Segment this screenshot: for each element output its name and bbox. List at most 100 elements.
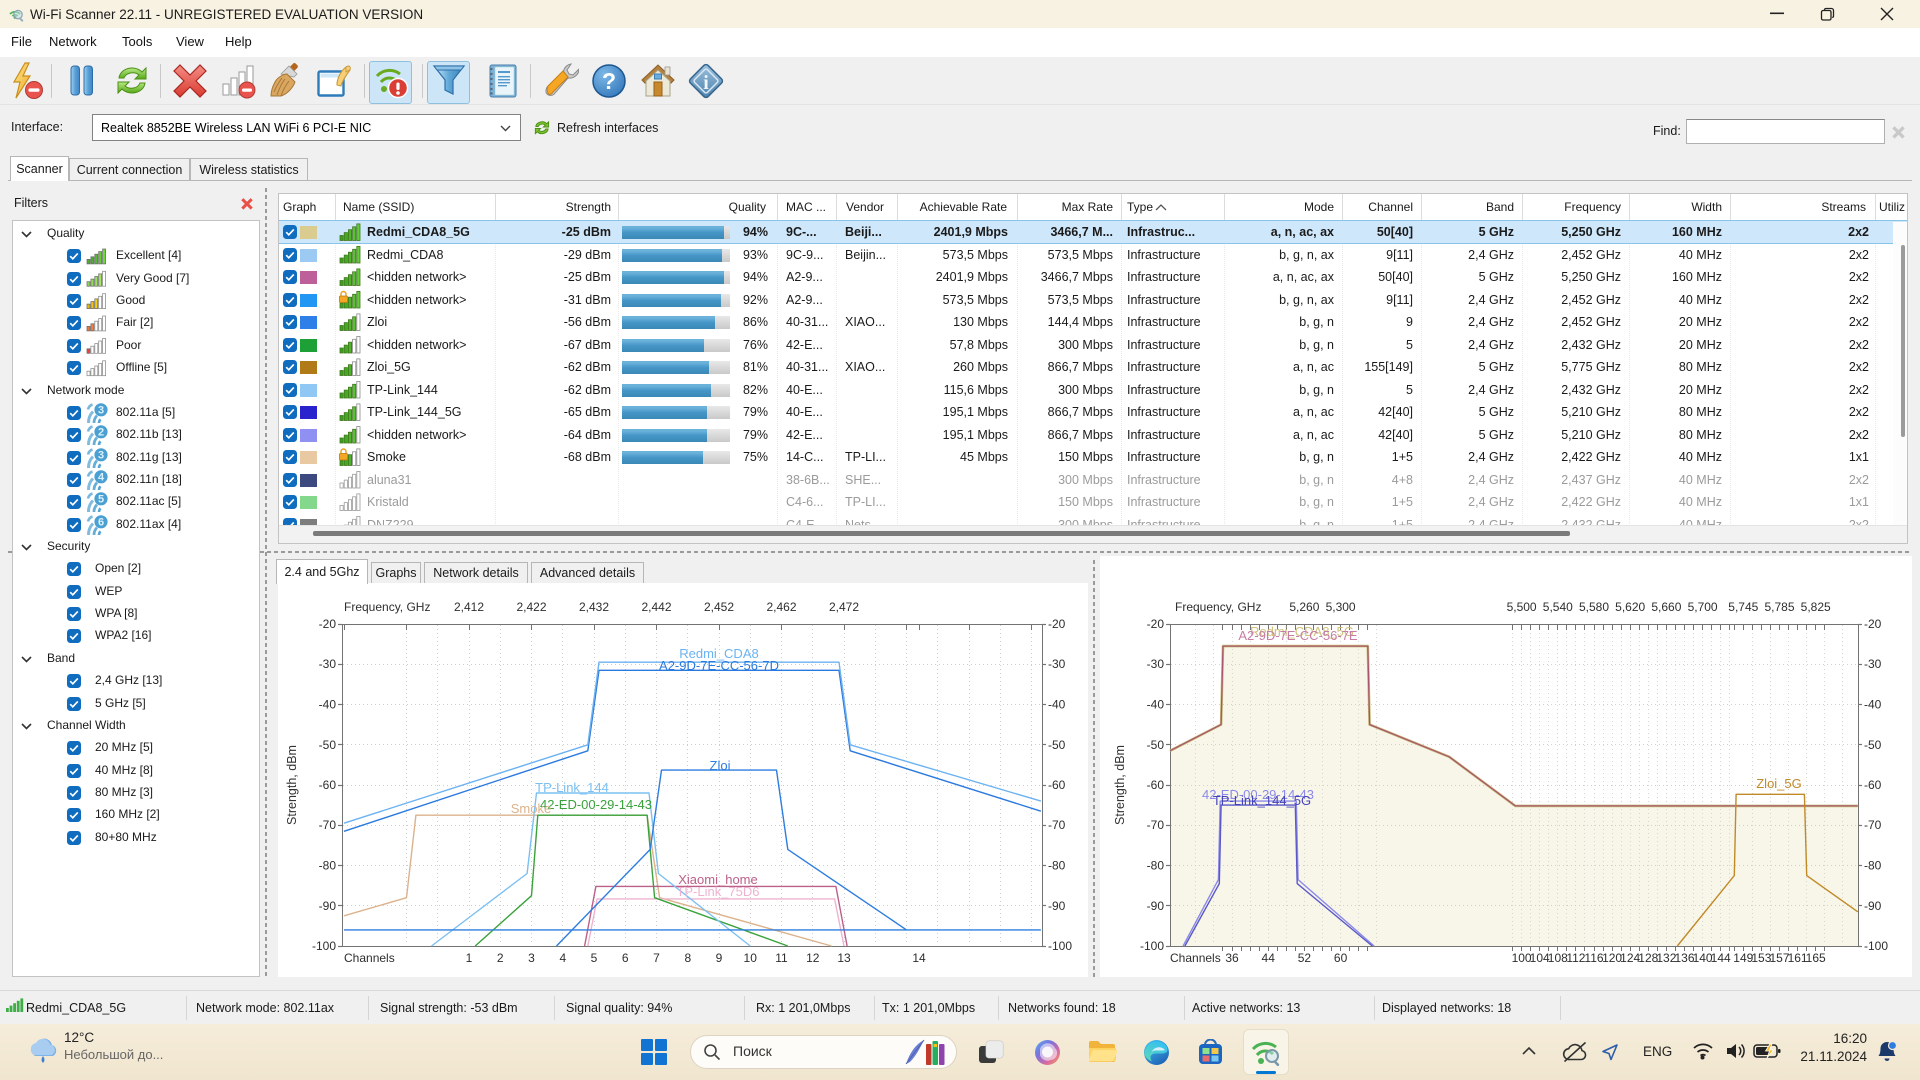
svg-text:5,500: 5,500 [1507, 600, 1537, 614]
svg-text:-20: -20 [319, 617, 337, 631]
svg-text:-60: -60 [319, 778, 337, 792]
svg-text:5,540: 5,540 [1543, 600, 1573, 614]
svg-text:108: 108 [1548, 951, 1568, 965]
svg-text:2,452: 2,452 [704, 600, 734, 614]
svg-text:-60: -60 [1048, 778, 1066, 792]
svg-text:i: i [703, 72, 709, 94]
svg-text:-90: -90 [1864, 899, 1882, 913]
svg-text:-60: -60 [1864, 778, 1882, 792]
svg-text:-60: -60 [1147, 778, 1165, 792]
svg-text:-80: -80 [319, 859, 337, 873]
svg-text:5,300: 5,300 [1326, 600, 1356, 614]
svg-text:-20: -20 [1048, 617, 1066, 631]
svg-text:112: 112 [1566, 951, 1585, 965]
svg-text:6: 6 [98, 517, 104, 529]
svg-text:-70: -70 [1048, 818, 1066, 832]
svg-text:Strength, dBm: Strength, dBm [285, 745, 299, 825]
svg-text:-70: -70 [1864, 818, 1882, 832]
svg-text:5,260: 5,260 [1289, 600, 1319, 614]
svg-text:-100: -100 [1140, 939, 1164, 953]
svg-text:TP-Link_144: TP-Link_144 [535, 780, 609, 795]
svg-text:3: 3 [98, 405, 104, 417]
svg-text:7: 7 [653, 951, 660, 965]
svg-text:4: 4 [559, 951, 566, 965]
svg-text:-80: -80 [1147, 859, 1165, 873]
svg-text:-40: -40 [1048, 698, 1066, 712]
svg-text:5,620: 5,620 [1615, 600, 1645, 614]
svg-text:-70: -70 [319, 818, 337, 832]
svg-text:-40: -40 [1147, 698, 1165, 712]
svg-text:Frequency, GHz: Frequency, GHz [1175, 600, 1261, 614]
svg-text:5,580: 5,580 [1579, 600, 1609, 614]
svg-text:Channels: Channels [1170, 951, 1221, 965]
svg-text:12: 12 [806, 951, 820, 965]
svg-text:2,422: 2,422 [516, 600, 546, 614]
svg-text:-80: -80 [1864, 859, 1882, 873]
svg-text:8: 8 [684, 951, 691, 965]
svg-text:Strength, dBm: Strength, dBm [1113, 745, 1127, 825]
svg-text:-50: -50 [1048, 738, 1066, 752]
svg-text:52: 52 [1298, 951, 1312, 965]
svg-text:165: 165 [1806, 951, 1826, 965]
svg-text:6: 6 [622, 951, 629, 965]
svg-text:-30: -30 [1147, 657, 1165, 671]
svg-text:5,825: 5,825 [1801, 600, 1831, 614]
svg-text:Zloi_5G: Zloi_5G [1756, 776, 1802, 791]
svg-text:-50: -50 [319, 738, 337, 752]
svg-text:2,432: 2,432 [579, 600, 609, 614]
svg-text:116: 116 [1584, 951, 1603, 965]
svg-text:2,472: 2,472 [829, 600, 859, 614]
svg-text:42-ED-00-29-14-43: 42-ED-00-29-14-43 [540, 797, 652, 812]
svg-text:2,462: 2,462 [766, 600, 796, 614]
svg-text:-100: -100 [312, 939, 336, 953]
svg-text:-50: -50 [1147, 738, 1165, 752]
svg-text:9: 9 [716, 951, 723, 965]
svg-text:-70: -70 [1147, 818, 1165, 832]
svg-text:TP-Link_75D6: TP-Link_75D6 [676, 884, 759, 899]
svg-text:14: 14 [912, 951, 926, 965]
svg-text:Smoke: Smoke [511, 801, 551, 816]
svg-text:Zloi: Zloi [710, 758, 731, 773]
svg-text:36: 36 [1225, 951, 1239, 965]
svg-text:13: 13 [837, 951, 851, 965]
svg-text:A2-9D-7E-CC-56-7E: A2-9D-7E-CC-56-7E [1238, 628, 1358, 643]
svg-text:5,785: 5,785 [1764, 600, 1794, 614]
svg-text:-100: -100 [1048, 939, 1072, 953]
svg-text:Channels: Channels [344, 951, 395, 965]
svg-text:2: 2 [98, 427, 104, 439]
svg-text:3: 3 [98, 450, 104, 462]
svg-text:60: 60 [1334, 951, 1348, 965]
svg-text:-90: -90 [319, 899, 337, 913]
svg-text:-40: -40 [1864, 698, 1882, 712]
svg-text:-40: -40 [319, 698, 337, 712]
svg-text:3: 3 [528, 951, 535, 965]
svg-text:5,700: 5,700 [1688, 600, 1718, 614]
svg-text:-20: -20 [1864, 617, 1882, 631]
svg-text:1: 1 [466, 951, 473, 965]
svg-text:5,660: 5,660 [1651, 600, 1681, 614]
svg-text:-90: -90 [1048, 899, 1066, 913]
svg-text:144: 144 [1711, 951, 1731, 965]
svg-text:2: 2 [497, 951, 504, 965]
svg-text:-100: -100 [1864, 939, 1888, 953]
svg-text:-50: -50 [1864, 738, 1882, 752]
svg-text:5: 5 [591, 951, 598, 965]
svg-text:11: 11 [775, 951, 788, 965]
svg-text:?: ? [602, 68, 616, 94]
svg-text:-20: -20 [1147, 617, 1165, 631]
svg-text:10: 10 [744, 951, 758, 965]
svg-text:-90: -90 [1147, 899, 1165, 913]
svg-text:44: 44 [1262, 951, 1276, 965]
svg-text:5,745: 5,745 [1728, 600, 1758, 614]
svg-text:TP-Link_144_5G: TP-Link_144_5G [1213, 793, 1311, 808]
svg-text:A2-9D-7E-CC-56-7D: A2-9D-7E-CC-56-7D [659, 658, 779, 673]
svg-text:2,442: 2,442 [641, 600, 671, 614]
svg-text:5: 5 [98, 494, 104, 506]
svg-text:-30: -30 [319, 657, 337, 671]
svg-text:4: 4 [98, 472, 105, 484]
svg-text:2,412: 2,412 [454, 600, 484, 614]
svg-text:-30: -30 [1048, 657, 1066, 671]
svg-text:-30: -30 [1864, 657, 1882, 671]
svg-text:-80: -80 [1048, 859, 1066, 873]
svg-text:Frequency, GHz: Frequency, GHz [344, 600, 430, 614]
